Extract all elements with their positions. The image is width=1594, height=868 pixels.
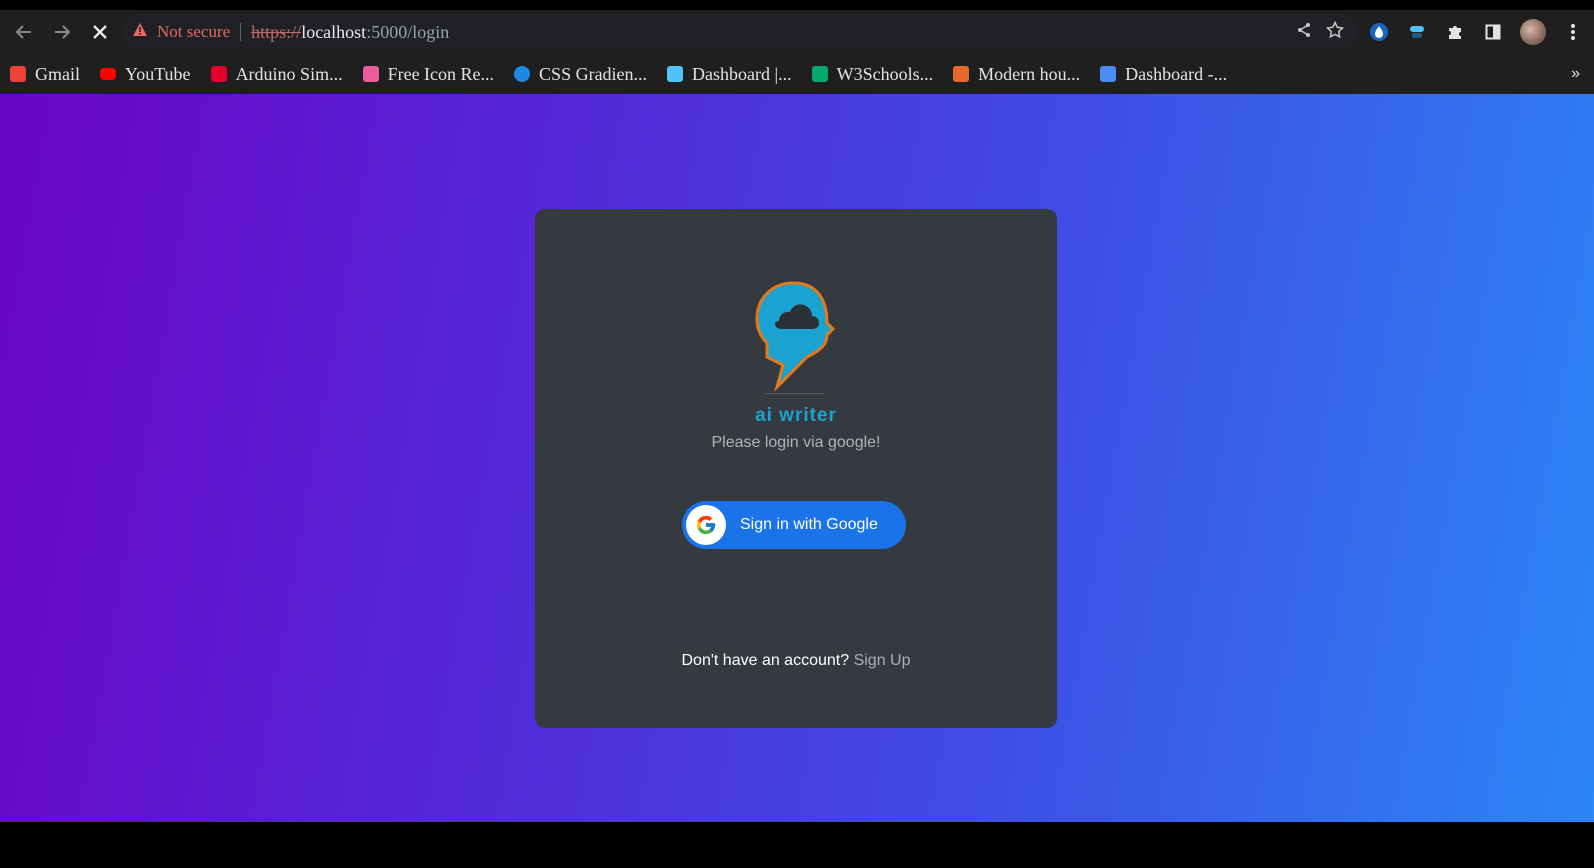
url-scheme: https:// <box>251 21 302 42</box>
gmail-icon <box>10 66 26 82</box>
bookmark-label: Arduino Sim... <box>235 63 343 84</box>
arduino-sim-icon <box>210 66 227 82</box>
signup-prompt: Don't have an account? Sign Up <box>535 652 1057 670</box>
bookmark-item[interactable]: Gmail <box>10 64 80 85</box>
bookmark-label: Gmail <box>35 63 80 84</box>
ai-writer-head-logo-icon <box>755 281 836 395</box>
url-host: localhost <box>301 21 367 42</box>
dashboard-db-icon <box>1100 66 1117 82</box>
login-subtitle: Please login via google! <box>711 434 881 451</box>
forward-button[interactable] <box>44 14 80 50</box>
address-bar[interactable]: Not secure https://localhost:5000/login <box>122 14 1358 50</box>
puzzle-extensions-icon[interactable] <box>1444 21 1466 43</box>
sign-up-link[interactable]: Sign Up <box>854 652 911 669</box>
dashboard-grid-icon <box>667 66 684 82</box>
bookmark-label: CSS Gradien... <box>539 63 648 84</box>
window-bottom-edge <box>0 822 1594 868</box>
page-viewport: ai writer Please login via google! Sign … <box>0 94 1594 822</box>
url-text[interactable]: https://localhost:5000/login <box>251 22 449 43</box>
google-g-icon <box>686 505 726 545</box>
google-sign-in-button[interactable]: Sign in with Google <box>683 502 905 548</box>
side-panel-icon[interactable] <box>1482 21 1504 43</box>
security-label: Not secure <box>157 22 231 41</box>
free-icon-icon <box>362 66 379 82</box>
signup-question: Don't have an account? <box>681 652 850 669</box>
browser-toolbar: Not secure https://localhost:5000/login <box>0 10 1594 54</box>
url-path: :5000/login <box>366 21 450 42</box>
address-actions <box>1296 14 1345 50</box>
brand-name: ai writer <box>755 405 837 426</box>
bookmark-item[interactable]: W3Schools... <box>811 63 934 85</box>
css-gradient-icon <box>514 66 531 82</box>
bookmarks-overflow-icon[interactable]: » <box>1571 54 1580 94</box>
profile-avatar[interactable] <box>1520 19 1546 45</box>
warning-triangle-icon <box>132 22 148 42</box>
share-icon[interactable] <box>1296 22 1312 43</box>
bookmark-label: W3Schools... <box>836 63 934 84</box>
cloud-extension-icon[interactable] <box>1406 21 1428 43</box>
drop-extension-icon[interactable] <box>1368 21 1390 43</box>
bookmark-item[interactable]: Dashboard -... <box>1100 64 1227 85</box>
bookmark-label: YouTube <box>125 63 191 84</box>
bookmark-item[interactable]: Dashboard |... <box>667 64 792 85</box>
close-icon <box>93 25 107 39</box>
bookmark-label: Dashboard -... <box>1125 63 1228 84</box>
security-indicator[interactable]: Not secure <box>132 22 230 42</box>
stop-loading-button[interactable] <box>82 14 118 50</box>
menu-kebab-icon[interactable] <box>1562 21 1584 43</box>
extensions-area <box>1368 10 1584 54</box>
bookmarks-bar: Gmail YouTube Arduino Sim... Free Icon Re..… <box>0 54 1594 94</box>
login-card: ai writer Please login via google! Sign … <box>535 209 1057 728</box>
back-button[interactable] <box>6 14 42 50</box>
forward-arrow-icon <box>55 25 71 39</box>
back-arrow-icon <box>15 25 31 39</box>
bookmark-label: Dashboard |... <box>692 63 792 84</box>
youtube-icon <box>100 68 116 80</box>
google-sign-in-label: Sign in with Google <box>740 516 878 533</box>
modern-house-icon <box>953 66 970 82</box>
address-divider <box>240 23 242 41</box>
window-top-edge <box>0 0 1594 10</box>
bookmark-item[interactable]: CSS Gradien... <box>514 64 647 85</box>
bookmark-item[interactable]: Arduino Sim... <box>210 63 343 85</box>
bookmark-item[interactable]: Free Icon Re... <box>362 63 495 85</box>
w3schools-icon <box>811 66 828 82</box>
bookmark-star-icon[interactable] <box>1325 20 1345 44</box>
bookmark-item[interactable]: Modern hou... <box>953 64 1080 85</box>
bookmark-item[interactable]: YouTube <box>100 64 191 85</box>
bookmark-label: Free Icon Re... <box>387 63 495 84</box>
bookmark-label: Modern hou... <box>978 63 1081 84</box>
